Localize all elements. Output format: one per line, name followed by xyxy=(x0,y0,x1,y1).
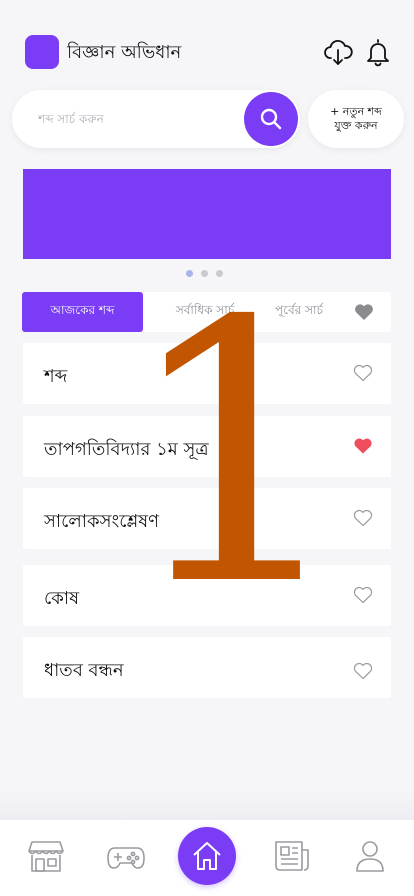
add-new-word-button[interactable]: + নতুন শব্দ যুক্ত করুন xyxy=(308,90,404,148)
heart-outline-icon[interactable] xyxy=(353,364,373,382)
favorites-heart-icon[interactable] xyxy=(354,303,374,321)
newspaper-icon[interactable] xyxy=(272,838,312,874)
home-icon xyxy=(193,842,221,870)
gamepad-icon[interactable] xyxy=(106,838,146,874)
word-text: শব্দ xyxy=(44,366,68,387)
heart-outline-icon[interactable] xyxy=(353,586,373,604)
app-title: বিজ্ঞান অভিধান xyxy=(67,42,182,63)
heart-outline-icon[interactable] xyxy=(353,509,373,527)
user-icon[interactable] xyxy=(350,838,390,874)
add-word-line1: + নতুন শব্দ xyxy=(330,105,382,118)
heart-outline-icon[interactable] xyxy=(353,662,373,680)
overlay-number: 1 xyxy=(122,245,352,664)
word-text: কোষ xyxy=(44,588,80,609)
store-icon[interactable] xyxy=(26,838,66,874)
add-word-line2: যুক্ত করুন xyxy=(334,119,378,132)
cloud-download-icon[interactable] xyxy=(322,36,354,68)
search-input[interactable] xyxy=(38,108,238,130)
app-logo xyxy=(25,35,59,69)
search-icon xyxy=(260,108,282,130)
app-header: বিজ্ঞান অভিধান xyxy=(0,0,414,90)
heart-filled-icon[interactable] xyxy=(353,437,373,455)
bell-icon[interactable] xyxy=(362,36,394,68)
bottom-fade xyxy=(0,790,414,820)
home-button[interactable] xyxy=(178,827,236,885)
search-button[interactable] xyxy=(244,92,298,146)
word-text: ধাতব বন্ধন xyxy=(44,660,124,681)
